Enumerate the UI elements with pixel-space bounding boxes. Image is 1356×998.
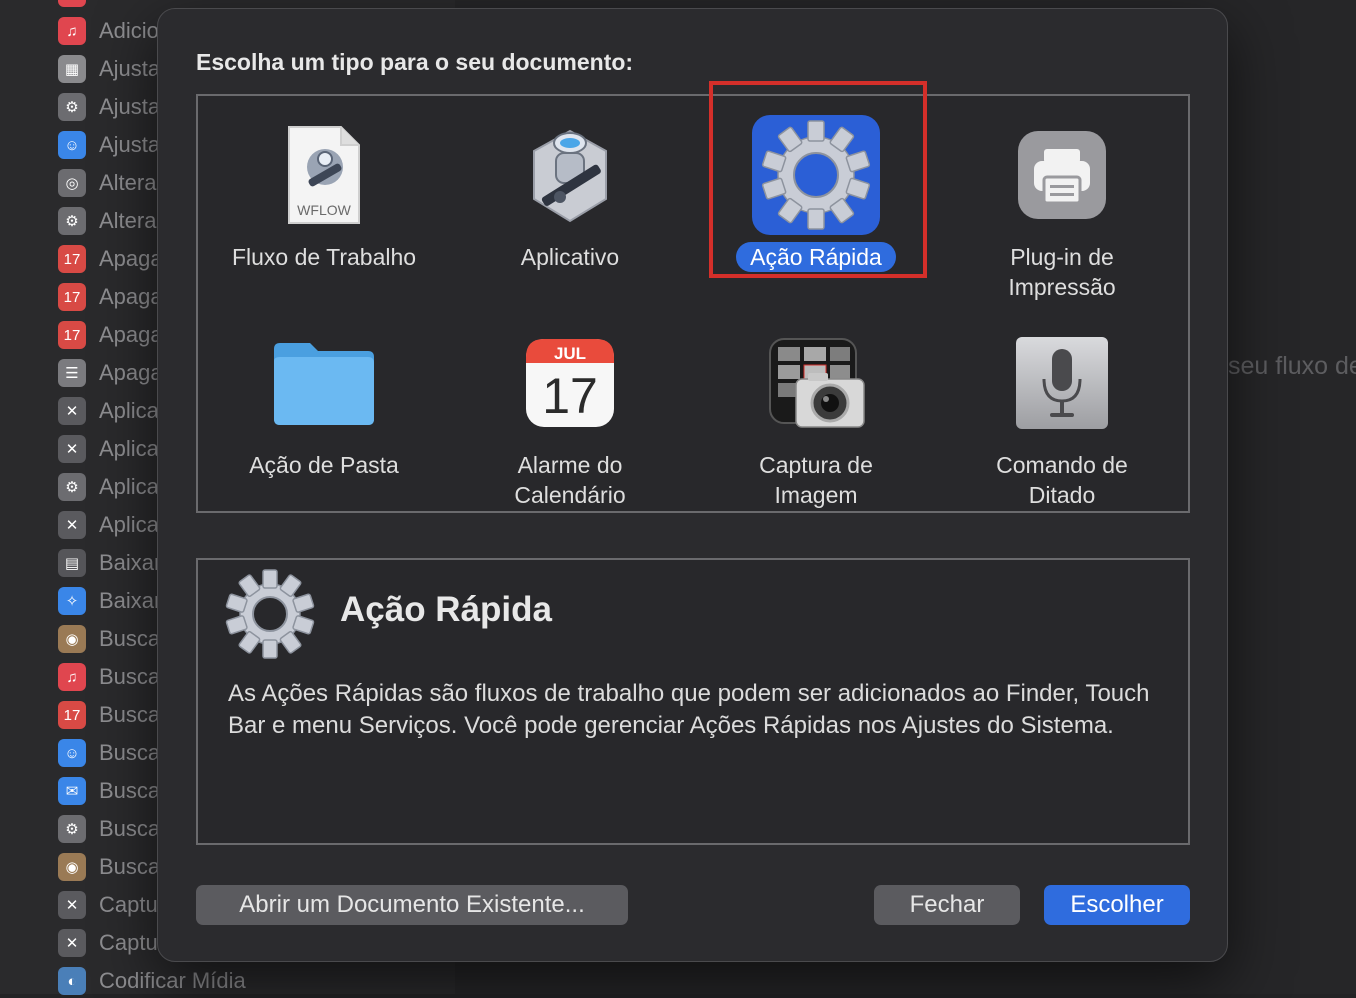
finder-icon: ☺ (58, 131, 86, 159)
type-label: Comando de Ditado (996, 452, 1128, 508)
quicktime-icon: ◐ (58, 967, 86, 995)
automator-icon: ⚙ (58, 93, 86, 121)
background-list-item-label: Alterar (99, 208, 164, 233)
background-list-item-label: Baixar (99, 550, 162, 575)
description-panel: Ação Rápida As Ações Rápidas são fluxos … (196, 558, 1190, 845)
type-label: Plug-in de Impressão (1008, 244, 1116, 300)
type-calendar-alarm[interactable]: JUL 17 Alarme do Calendário (447, 314, 693, 514)
type-label: Ação de Pasta (249, 452, 399, 478)
gear-icon (751, 114, 881, 236)
type-quick-action[interactable]: Ação Rápida (693, 106, 939, 306)
tools-icon: ✕ (58, 929, 86, 957)
calendar-icon: 17 (58, 245, 86, 273)
background-list-item: ⚙ Ajustar (58, 90, 167, 124)
background-list-item: ✕ Aplicar (58, 508, 166, 542)
music-icon: ♫ (58, 17, 86, 45)
svg-text:JUL: JUL (554, 344, 586, 363)
calendar-icon: 17 (58, 283, 86, 311)
type-print-plugin[interactable]: Plug-in de Impressão (939, 106, 1185, 306)
close-button[interactable]: Fechar (874, 885, 1020, 925)
background-list-item: ✧ Baixar (58, 584, 161, 618)
background-list-item: ☺ Ajustar (58, 128, 167, 162)
background-list-item: ◎ Alterar (58, 166, 164, 200)
calendar-icon: JUL 17 (505, 322, 635, 444)
type-workflow[interactable]: WFLOW Fluxo de Trabalho (201, 106, 447, 306)
background-list-item: ◉ Buscar (58, 622, 167, 656)
background-list-item: ✉ Buscar (58, 774, 167, 808)
background-list-item: ✕ Aplicar (58, 394, 166, 428)
background-list-item: ✕ Aplicar (58, 432, 166, 466)
contacts-icon: ◉ (58, 853, 86, 881)
tools-icon: ✕ (58, 397, 86, 425)
svg-text:17: 17 (542, 368, 598, 424)
background-list-item: 17 Apagar (58, 280, 170, 314)
background-list-item: ◐ Codificar Mídia (58, 964, 246, 998)
type-label: Fluxo de Trabalho (231, 244, 417, 270)
automator-icon: ⚙ (58, 207, 86, 235)
microphone-icon (997, 322, 1127, 444)
safari-icon: ✧ (58, 587, 86, 615)
list-icon: ☰ (58, 359, 86, 387)
background-list-item: 17 Apagar (58, 318, 170, 352)
folder-icon (259, 322, 389, 444)
automator-robot-icon (505, 114, 635, 236)
calendar-icon: 17 (58, 321, 86, 349)
gear-icon (222, 566, 318, 667)
open-existing-document-button[interactable]: Abrir um Documento Existente... (196, 885, 628, 925)
type-dictation-command[interactable]: Comando de Ditado (939, 314, 1185, 514)
background-list-item: ▦ Ajustar (58, 52, 167, 86)
printer-icon (997, 114, 1127, 236)
document-type-grid: WFLOW Fluxo de Trabalho Aplicativo Ação … (196, 94, 1190, 513)
tools-icon: ✕ (58, 891, 86, 919)
background-hint-text: seu fluxo de (1228, 352, 1356, 380)
type-label: Aplicativo (520, 244, 620, 270)
filmstrip-icon: ▤ (58, 549, 86, 577)
type-label: Alarme do Calendário (514, 452, 626, 508)
tools-icon: ✕ (58, 435, 86, 463)
background-list-item-label: Adicionar Grafismos PDF (99, 0, 347, 6)
background-list-item: ▤ Baixar (58, 546, 161, 580)
background-list-item: 17 Buscar (58, 698, 167, 732)
background-list-item: ⚙ Buscar (58, 812, 167, 846)
background-list-item: ♫ Buscar (58, 660, 167, 694)
music-icon: ♫ (58, 663, 86, 691)
calendar-icon: 17 (58, 701, 86, 729)
background-list-item-label: Baixar (99, 588, 162, 613)
type-folder-action[interactable]: Ação de Pasta (201, 314, 447, 514)
background-list-item: ☺ Buscar (58, 736, 167, 770)
tools-icon: ✕ (58, 511, 86, 539)
background-list-item: ⚙ Aplicar (58, 470, 166, 504)
type-image-capture[interactable]: Captura de Imagem (693, 314, 939, 514)
contacts-icon: ◉ (58, 625, 86, 653)
type-application[interactable]: Aplicativo (447, 106, 693, 306)
automator-icon: ⚙ (58, 815, 86, 843)
grid-icon: ▦ (58, 55, 86, 83)
description-title: Ação Rápida (340, 590, 552, 629)
document-type-dialog: Escolha um tipo para o seu documento: WF… (157, 8, 1228, 962)
background-list-item-label: Codificar Mídia (99, 968, 246, 993)
type-label: Ação Rápida (736, 242, 896, 272)
background-list-item: ◉ Buscar (58, 850, 167, 884)
settings-icon: ◎ (58, 169, 86, 197)
workflow-file-icon: WFLOW (259, 114, 389, 236)
choose-button[interactable]: Escolher (1044, 885, 1190, 925)
background-list-item: ☰ Apagar (58, 356, 170, 390)
type-label: Captura de Imagem (759, 452, 873, 508)
background-list-item: ⚙ Alterar (58, 204, 164, 238)
description-text: As Ações Rápidas são fluxos de trabalho … (228, 680, 1150, 739)
automator-icon: ⚙ (58, 473, 86, 501)
dialog-title: Escolha um tipo para o seu documento: (196, 49, 634, 75)
background-list-item-label: Alterar (99, 170, 164, 195)
music-icon: ♫ (58, 0, 86, 7)
finder-icon: ☺ (58, 739, 86, 767)
background-list-item: 17 Apagar (58, 242, 170, 276)
svg-text:WFLOW: WFLOW (297, 202, 351, 218)
image-capture-icon (751, 322, 881, 444)
mail-icon: ✉ (58, 777, 86, 805)
